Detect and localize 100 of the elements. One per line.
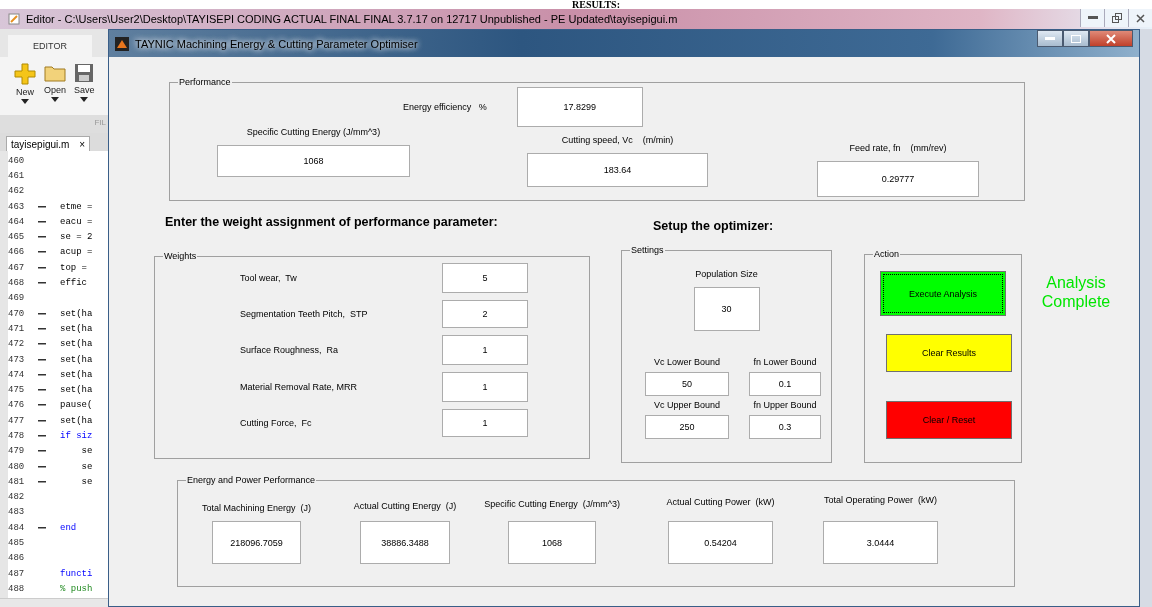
- executable-line-marker: [38, 526, 46, 529]
- code-text: set(ha: [60, 323, 93, 334]
- code-text: set(ha: [60, 385, 93, 396]
- code-text: top =: [60, 262, 87, 273]
- line-number: 487: [8, 568, 26, 579]
- document-heading: RESULTS:: [572, 0, 620, 9]
- line-number: 463: [8, 201, 26, 212]
- line-number: 480: [8, 461, 26, 472]
- weight-field[interactable]: 1: [442, 372, 528, 402]
- line-number: 462: [8, 186, 26, 197]
- ribbon-tab[interactable]: EDITOR: [8, 35, 92, 57]
- executable-line-marker: [38, 266, 46, 269]
- executable-line-marker: [38, 450, 46, 453]
- status-message: Analysis Complete: [1040, 273, 1112, 312]
- panel-title: Action: [873, 249, 900, 259]
- code-text: if siz: [60, 431, 93, 441]
- tool-label[interactable]: Open: [44, 85, 67, 95]
- code-text: se: [80, 476, 93, 487]
- file-tab[interactable]: tayisepigui.m ×: [6, 136, 91, 151]
- action-button[interactable]: Clear / Reset: [886, 401, 1012, 439]
- horizontal-scrollbar[interactable]: [0, 598, 108, 607]
- panel-title: Energy and Power Performance: [186, 475, 317, 485]
- line-number: 482: [8, 492, 26, 503]
- executable-line-marker: [38, 205, 46, 208]
- value-field[interactable]: 183.64: [527, 153, 708, 187]
- field-label: Vc Lower Bound: [653, 357, 720, 367]
- code-text: etme =: [60, 201, 93, 212]
- line-number: 460: [8, 155, 26, 166]
- value-field[interactable]: 17.8299: [516, 87, 643, 127]
- weight-field[interactable]: 2: [442, 300, 528, 328]
- code-text: pause(: [60, 400, 93, 411]
- app-logo-icon: [115, 36, 129, 51]
- restore-button[interactable]: [1104, 9, 1128, 27]
- line-number: 485: [8, 538, 26, 549]
- line-number: 484: [8, 522, 26, 533]
- line-number: 475: [8, 385, 26, 396]
- weight-field[interactable]: 1: [442, 409, 528, 437]
- line-number: 481: [8, 476, 26, 487]
- tab-close[interactable]: ×: [79, 138, 86, 150]
- field-label: Vc Upper Bound: [653, 400, 720, 410]
- tool-label[interactable]: New: [16, 87, 34, 97]
- action-button[interactable]: Execute Analysis: [880, 271, 1006, 316]
- weight-field[interactable]: 1: [442, 335, 528, 365]
- line-number: 472: [8, 339, 26, 350]
- folder-icon: [44, 63, 66, 83]
- line-number: 483: [8, 507, 26, 518]
- value-field[interactable]: 1068: [217, 145, 410, 177]
- bound-field[interactable]: 0.1: [749, 372, 821, 396]
- population-field[interactable]: 30: [693, 287, 760, 331]
- minimize-button[interactable]: [1037, 30, 1063, 47]
- panel-title: Weights: [163, 251, 198, 261]
- tab-label[interactable]: tayisepigui.m: [11, 138, 70, 150]
- line-number: 466: [8, 247, 26, 258]
- close-button[interactable]: [1128, 9, 1152, 27]
- minimize-button[interactable]: [1080, 9, 1104, 27]
- field-label: Tool wear, Tw: [240, 273, 298, 283]
- section-heading: Enter the weight assignment of performance parameter:: [165, 215, 499, 229]
- line-number: 479: [8, 446, 26, 457]
- line-number: 488: [8, 583, 26, 594]
- maximize-button[interactable]: [1063, 30, 1089, 47]
- tool-label[interactable]: Save: [74, 85, 95, 95]
- value-field[interactable]: 38886.3488: [360, 521, 450, 564]
- field-label: Surface Roughness, Ra: [240, 345, 340, 355]
- code-text: se = 2: [60, 232, 93, 243]
- line-number: 461: [8, 170, 26, 181]
- value-field[interactable]: 1068: [508, 521, 596, 564]
- field-label: Energy efficiency %: [403, 102, 487, 112]
- field-label: Total Machining Energy (J): [202, 503, 312, 513]
- field-label: Cutting Force, Fc: [240, 418, 313, 428]
- window-title: Editor - C:\Users\User2\Desktop\TAYISEPI CODING ACTUAL FINAL FINAL 3.7.17 on 12717 Unpublished - PE Updated\tayisepigui.m: [26, 13, 678, 25]
- field-label: Specific Cutting Energy (J/mm^3): [484, 499, 620, 509]
- line-number: 468: [8, 278, 26, 288]
- weight-field[interactable]: 5: [442, 263, 528, 293]
- line-number: 473: [8, 354, 26, 365]
- caret-icon: [21, 99, 29, 104]
- value-field[interactable]: 0.29777: [817, 161, 979, 197]
- code-text: set(ha: [60, 354, 93, 365]
- plus-icon: [14, 63, 36, 85]
- bound-field[interactable]: 50: [645, 372, 729, 396]
- executable-line-marker: [38, 358, 46, 361]
- executable-line-marker: [38, 480, 46, 483]
- bound-field[interactable]: 250: [645, 415, 729, 439]
- document-icon: [8, 13, 20, 25]
- line-number: 465: [8, 232, 26, 243]
- executable-line-marker: [38, 327, 46, 330]
- value-field[interactable]: 0.54204: [668, 521, 773, 564]
- bound-field[interactable]: 0.3: [749, 415, 821, 439]
- close-button[interactable]: [1089, 30, 1133, 47]
- action-button[interactable]: Clear Results: [886, 334, 1012, 372]
- value-field[interactable]: 218096.7059: [212, 521, 301, 564]
- value-field[interactable]: 3.0444: [823, 521, 938, 564]
- field-label: Actual Cutting Energy (J): [353, 501, 457, 511]
- panel-title: Performance: [178, 77, 232, 87]
- window-title: TAYNIC Machining Energy & Cutting Parameter Optimiser: [135, 37, 418, 50]
- line-number: 476: [8, 400, 26, 411]
- panel-title: Settings: [630, 245, 665, 255]
- field-label: Segmentation Teeth Pitch, STP: [240, 309, 369, 319]
- line-number: 478: [8, 431, 26, 441]
- section-heading: Setup the optimizer:: [653, 219, 775, 233]
- line-number: 469: [8, 293, 26, 304]
